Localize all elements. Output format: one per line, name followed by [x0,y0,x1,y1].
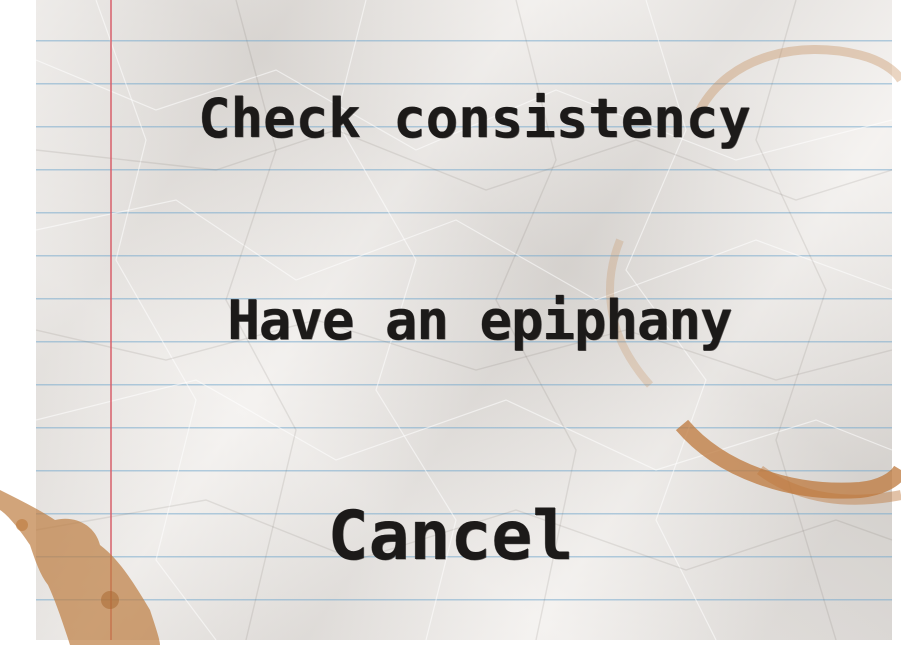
check-consistency-option[interactable]: Check consistency [0,92,901,146]
have-an-epiphany-option[interactable]: Have an epiphany [0,294,901,348]
cancel-option[interactable]: Cancel [0,503,901,571]
menu-screen: Check consistency Have an epiphany Cance… [0,0,901,645]
